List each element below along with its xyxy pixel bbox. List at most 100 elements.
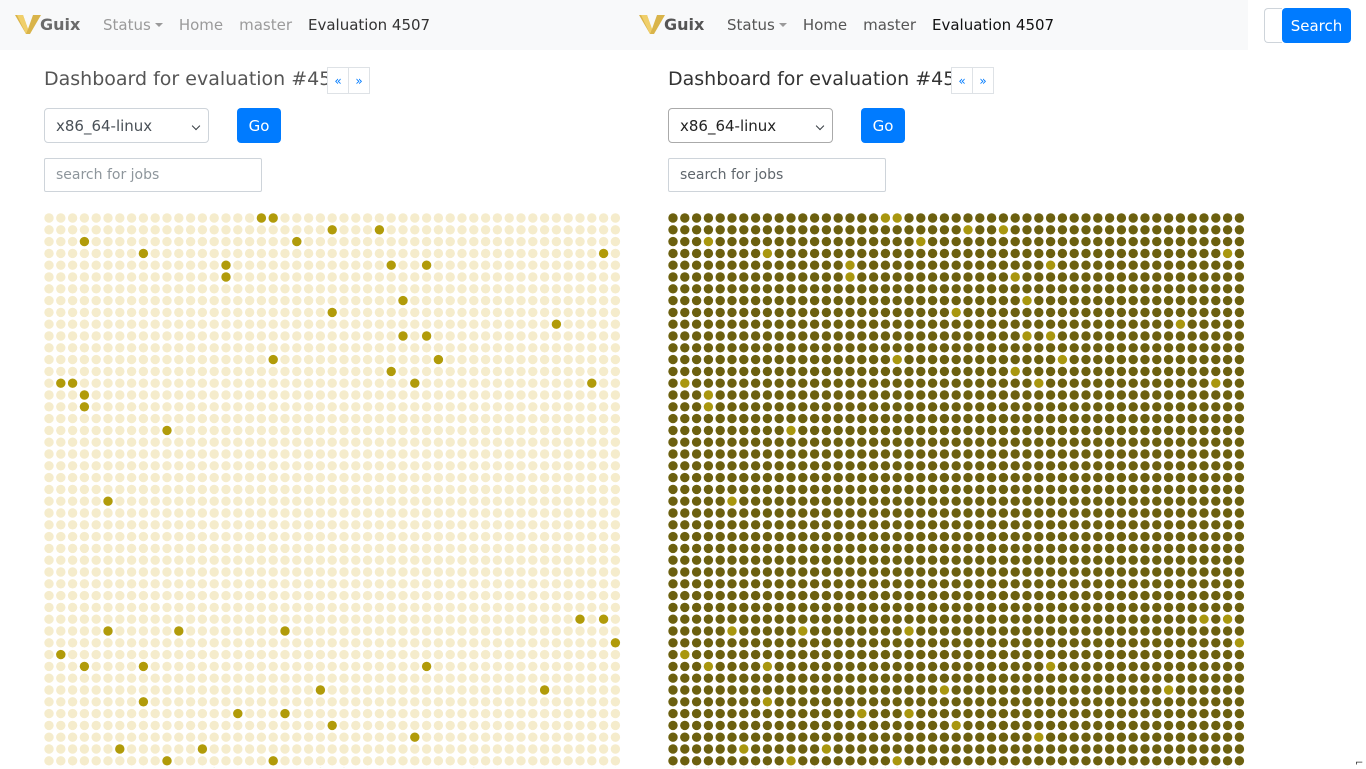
job-cell[interactable] — [1081, 674, 1090, 683]
job-cell[interactable] — [56, 662, 65, 671]
job-cell[interactable] — [810, 615, 819, 624]
job-cell[interactable] — [963, 544, 972, 553]
job-cell[interactable] — [963, 272, 972, 281]
job-cell[interactable] — [775, 461, 784, 470]
job-cell[interactable] — [44, 320, 53, 329]
job-cell[interactable] — [564, 284, 573, 293]
job-cell[interactable] — [1022, 343, 1031, 352]
job-cell[interactable] — [493, 591, 502, 600]
job-cell[interactable] — [1223, 461, 1232, 470]
job-cell[interactable] — [493, 685, 502, 694]
job-cell[interactable] — [422, 461, 431, 470]
job-cell[interactable] — [1211, 603, 1220, 612]
job-cell[interactable] — [1117, 367, 1126, 376]
job-cell[interactable] — [739, 261, 748, 270]
job-cell[interactable] — [1011, 249, 1020, 258]
job-cell[interactable] — [680, 343, 689, 352]
job-cell[interactable] — [257, 733, 266, 742]
job-cell[interactable] — [798, 272, 807, 281]
job-cell[interactable] — [363, 261, 372, 270]
job-cell[interactable] — [1117, 650, 1126, 659]
job-cell[interactable] — [115, 685, 124, 694]
job-cell[interactable] — [198, 284, 207, 293]
job-cell[interactable] — [80, 449, 89, 458]
job-cell[interactable] — [162, 237, 171, 246]
job-cell[interactable] — [92, 733, 101, 742]
job-cell[interactable] — [611, 213, 620, 222]
job-cell-highlighted[interactable] — [422, 331, 431, 340]
job-cell[interactable] — [928, 320, 937, 329]
job-cell[interactable] — [387, 213, 396, 222]
job-cell[interactable] — [1058, 249, 1067, 258]
job-cell[interactable] — [668, 284, 677, 293]
job-cell[interactable] — [1211, 284, 1220, 293]
job-cell[interactable] — [398, 261, 407, 270]
job-cell[interactable] — [257, 591, 266, 600]
job-cell[interactable] — [751, 426, 760, 435]
job-cell[interactable] — [822, 544, 831, 553]
job-cell[interactable] — [869, 284, 878, 293]
job-cell[interactable] — [528, 249, 537, 258]
job-cell[interactable] — [186, 225, 195, 234]
job-cell[interactable] — [869, 508, 878, 517]
job-cell[interactable] — [552, 426, 561, 435]
job-cell[interactable] — [1129, 544, 1138, 553]
job-cell[interactable] — [280, 308, 289, 317]
job-cell[interactable] — [611, 461, 620, 470]
job-cell[interactable] — [893, 390, 902, 399]
job-cell[interactable] — [611, 603, 620, 612]
job-cell[interactable] — [339, 567, 348, 576]
job-cell[interactable] — [904, 650, 913, 659]
job-cell[interactable] — [928, 567, 937, 576]
job-cell[interactable] — [881, 379, 890, 388]
job-cell[interactable] — [1140, 296, 1149, 305]
job-cell[interactable] — [44, 508, 53, 517]
job-cell[interactable] — [1070, 249, 1079, 258]
job-cell[interactable] — [1058, 556, 1067, 565]
job-cell[interactable] — [68, 261, 77, 270]
job-cell[interactable] — [162, 355, 171, 364]
job-cell[interactable] — [893, 296, 902, 305]
job-cell[interactable] — [987, 296, 996, 305]
job-cell[interactable] — [1058, 567, 1067, 576]
job-cell[interactable] — [1235, 213, 1244, 222]
job-cell[interactable] — [893, 367, 902, 376]
job-cell[interactable] — [68, 343, 77, 352]
job-cell[interactable] — [516, 237, 525, 246]
job-cell[interactable] — [1235, 508, 1244, 517]
job-cell[interactable] — [1129, 674, 1138, 683]
job-cell[interactable] — [80, 461, 89, 470]
job-cell[interactable] — [798, 367, 807, 376]
job-cell[interactable] — [869, 225, 878, 234]
job-cell[interactable] — [916, 438, 925, 447]
job-cell[interactable] — [446, 249, 455, 258]
job-cell[interactable] — [916, 674, 925, 683]
job-cell[interactable] — [103, 343, 112, 352]
job-cell[interactable] — [1199, 237, 1208, 246]
job-cell[interactable] — [540, 615, 549, 624]
job-cell[interactable] — [44, 591, 53, 600]
job-cell[interactable] — [599, 674, 608, 683]
job-cell[interactable] — [716, 638, 725, 647]
job-cell[interactable] — [1188, 567, 1197, 576]
job-cell[interactable] — [1129, 402, 1138, 411]
job-cell[interactable] — [564, 508, 573, 517]
job-cell-highlighted[interactable] — [540, 685, 549, 694]
job-cell[interactable] — [328, 674, 337, 683]
job-cell[interactable] — [1199, 756, 1208, 765]
job-cell[interactable] — [469, 284, 478, 293]
job-cell[interactable] — [834, 532, 843, 541]
job-cell[interactable] — [257, 379, 266, 388]
job-cell[interactable] — [363, 650, 372, 659]
job-cell[interactable] — [316, 591, 325, 600]
job-cell[interactable] — [68, 402, 77, 411]
job-cell[interactable] — [174, 603, 183, 612]
job-cell[interactable] — [328, 367, 337, 376]
job-cell[interactable] — [280, 650, 289, 659]
job-cell[interactable] — [857, 638, 866, 647]
job-cell[interactable] — [398, 603, 407, 612]
job-cell[interactable] — [186, 603, 195, 612]
job-cell[interactable] — [834, 308, 843, 317]
job-cell[interactable] — [1176, 532, 1185, 541]
job-cell[interactable] — [680, 579, 689, 588]
